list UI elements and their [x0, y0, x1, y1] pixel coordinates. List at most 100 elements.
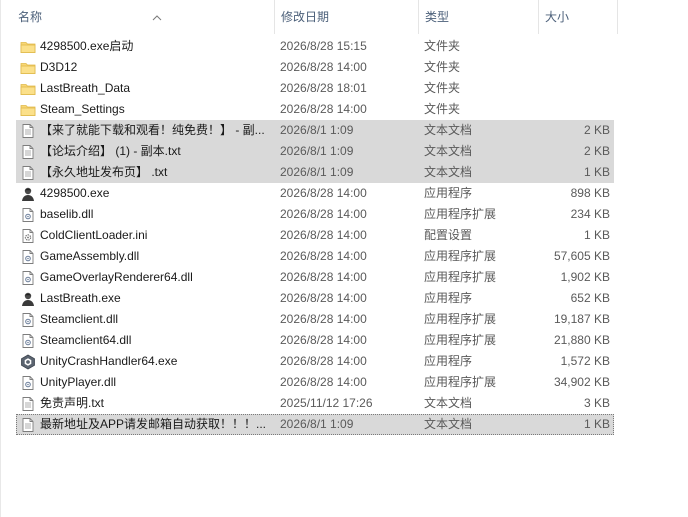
folder-icon	[20, 81, 36, 97]
file-size	[540, 99, 610, 120]
file-row[interactable]: UnityPlayer.dll 2026/8/28 14:00 应用程序扩展 34,9…	[16, 372, 614, 393]
file-row[interactable]: 4298500.exe启动 2026/8/28 15:15 文件夹	[16, 36, 614, 57]
file-modified-date: 2026/8/28 14:00	[280, 270, 367, 284]
file-row[interactable]: Steam_Settings 2026/8/28 14:00 文件夹	[16, 99, 614, 120]
file-name: 免责声明.txt	[40, 396, 105, 410]
file-row[interactable]: 免责声明.txt 2025/11/12 17:26 文本文档 3 KB	[16, 393, 614, 414]
file-size: 2 KB	[583, 144, 610, 158]
file-modified-date: 2026/8/1 1:09	[280, 123, 354, 137]
file-size	[540, 36, 610, 57]
dll-file-icon	[20, 312, 36, 328]
column-header-date[interactable]: 修改日期	[274, 0, 418, 34]
dll-file-icon	[20, 270, 36, 286]
file-row[interactable]: GameOverlayRenderer64.dll 2026/8/28 14:00…	[16, 267, 614, 288]
file-modified-date: 2026/8/1 1:09	[280, 144, 354, 158]
file-modified-date: 2026/8/28 14:00	[280, 102, 367, 116]
file-size: 1 KB	[583, 417, 610, 431]
column-header-date-label: 修改日期	[281, 10, 330, 24]
file-name: LastBreath.exe	[40, 291, 121, 305]
folder-icon	[20, 102, 36, 118]
file-type: 文本文档	[424, 123, 473, 137]
file-row[interactable]: Steamclient.dll 2026/8/28 14:00 应用程序扩展 19,1…	[16, 309, 614, 330]
file-size: 1 KB	[583, 228, 610, 242]
file-name: UnityPlayer.dll	[40, 375, 117, 389]
file-modified-date: 2026/8/28 14:00	[280, 186, 367, 200]
file-type: 文件夹	[424, 60, 461, 74]
file-name: 4298500.exe启动	[40, 39, 134, 53]
file-row[interactable]: 【永久地址发布页】 .txt 2026/8/1 1:09 文本文档 1 KB	[16, 162, 614, 183]
file-row[interactable]: LastBreath_Data 2026/8/28 18:01 文件夹	[16, 78, 614, 99]
file-type: 文本文档	[424, 165, 473, 179]
column-header-size[interactable]: 大小	[538, 0, 618, 34]
file-name: 【来了就能下载和观看！纯免费！】 - 副...	[40, 123, 265, 137]
file-size: 19,187 KB	[553, 312, 610, 326]
file-modified-date: 2026/8/28 14:00	[280, 60, 367, 74]
file-row[interactable]: 【来了就能下载和观看！纯免费！】 - 副... 2026/8/1 1:09 文本文档…	[16, 120, 614, 141]
file-type: 应用程序扩展	[424, 207, 497, 221]
column-header-name[interactable]: 名称	[12, 0, 274, 34]
column-header-type[interactable]: 类型	[418, 0, 538, 34]
file-type: 文件夹	[424, 102, 461, 116]
file-modified-date: 2026/8/28 14:00	[280, 333, 367, 347]
dll-file-icon	[20, 249, 36, 265]
file-modified-date: 2026/8/28 14:00	[280, 312, 367, 326]
file-size	[540, 78, 610, 99]
unity-icon	[20, 354, 36, 370]
file-type: 文本文档	[424, 144, 473, 158]
file-row[interactable]: Steamclient64.dll 2026/8/28 14:00 应用程序扩展 21…	[16, 330, 614, 351]
file-row[interactable]: ColdClientLoader.ini 2026/8/28 14:00 配置设置 1…	[16, 225, 614, 246]
text-file-icon	[20, 417, 36, 433]
file-type: 应用程序	[424, 354, 473, 368]
dll-file-icon	[20, 375, 36, 391]
file-name: UnityCrashHandler64.exe	[40, 354, 178, 368]
file-modified-date: 2026/8/28 15:15	[280, 39, 367, 53]
text-file-icon	[20, 396, 36, 412]
file-size: 1,572 KB	[560, 354, 610, 368]
column-header-size-label: 大小	[545, 10, 570, 24]
file-modified-date: 2026/8/28 14:00	[280, 207, 367, 221]
user-app-icon	[20, 291, 36, 307]
file-name: Steam_Settings	[40, 102, 125, 116]
text-file-icon	[20, 144, 36, 160]
file-row[interactable]: UnityCrashHandler64.exe 2026/8/28 14:00 应用…	[16, 351, 614, 372]
file-size: 1 KB	[583, 165, 610, 179]
file-size	[540, 57, 610, 78]
file-name: 4298500.exe	[40, 186, 110, 200]
file-name: baselib.dll	[40, 207, 94, 221]
file-name: GameAssembly.dll	[40, 249, 140, 263]
file-name: 【永久地址发布页】 .txt	[40, 165, 168, 179]
column-header-type-label: 类型	[425, 10, 450, 24]
file-row[interactable]: 最新地址及APP请发邮箱自动获取！！！... 2026/8/1 1:09 文本文档 1…	[16, 414, 614, 435]
file-row[interactable]: LastBreath.exe 2026/8/28 14:00 应用程序 652 KB	[16, 288, 614, 309]
dll-file-icon	[20, 333, 36, 349]
file-size: 1,902 KB	[560, 270, 610, 284]
file-type: 配置设置	[424, 228, 473, 242]
file-row[interactable]: GameAssembly.dll 2026/8/28 14:00 应用程序扩展 57,…	[16, 246, 614, 267]
file-type: 文本文档	[424, 396, 473, 410]
file-name: ColdClientLoader.ini	[40, 228, 148, 242]
file-size: 652 KB	[570, 291, 610, 305]
file-type: 应用程序扩展	[424, 249, 497, 263]
sort-ascending-icon	[151, 1, 163, 21]
file-name: GameOverlayRenderer64.dll	[40, 270, 193, 284]
file-explorer-window: 名称 修改日期 类型 大小 4298500.exe启动 2026/8/28 15:…	[0, 0, 688, 517]
file-name: 最新地址及APP请发邮箱自动获取！！！...	[40, 417, 267, 431]
file-row[interactable]: D3D12 2026/8/28 14:00 文件夹	[16, 57, 614, 78]
file-type: 应用程序	[424, 186, 473, 200]
file-row[interactable]: 【论坛介绍】 (1) - 副本.txt 2026/8/1 1:09 文本文档 2 KB	[16, 141, 614, 162]
file-size: 234 KB	[570, 207, 610, 221]
column-header-bar: 名称 修改日期 类型 大小	[0, 0, 688, 34]
file-row[interactable]: 4298500.exe 2026/8/28 14:00 应用程序 898 KB	[16, 183, 614, 204]
file-modified-date: 2026/8/1 1:09	[280, 417, 354, 431]
file-row[interactable]: baselib.dll 2026/8/28 14:00 应用程序扩展 234 KB	[16, 204, 614, 225]
user-app-icon	[20, 186, 36, 202]
file-name: D3D12	[40, 60, 78, 74]
dll-file-icon	[20, 207, 36, 223]
file-modified-date: 2026/8/28 14:00	[280, 354, 367, 368]
file-type: 应用程序	[424, 291, 473, 305]
file-type: 应用程序扩展	[424, 270, 497, 284]
file-name: LastBreath_Data	[40, 81, 131, 95]
file-size: 3 KB	[583, 396, 610, 410]
file-type: 文本文档	[424, 417, 473, 431]
file-modified-date: 2026/8/28 14:00	[280, 291, 367, 305]
